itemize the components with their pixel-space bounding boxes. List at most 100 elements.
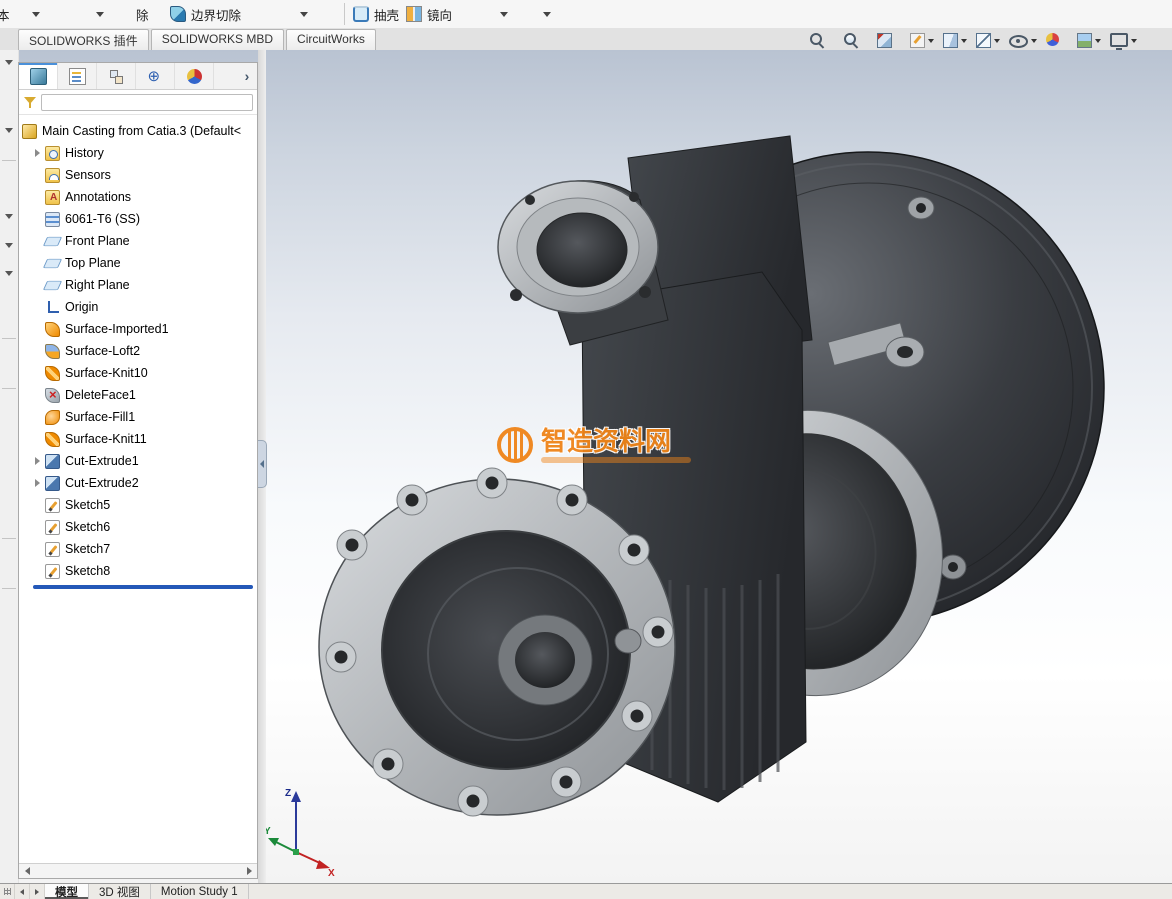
tab-configuration-manager[interactable] [97,63,136,89]
configuration-manager-icon [109,69,124,84]
dropdown-caret-icon[interactable] [543,12,551,17]
document-tab[interactable]: Motion Study 1 [151,884,249,899]
manager-tabs [19,63,257,90]
tree-item[interactable]: 6061-T6 (SS) [19,208,257,230]
view-tool-button[interactable] [976,32,1000,50]
tree-item[interactable]: Annotations [19,186,257,208]
scroll-right-button[interactable] [244,866,254,876]
feature-tree: Main Casting from Catia.3 (Default< Hist… [19,115,257,863]
toolbar-partial-mid[interactable]: 除 [136,3,152,25]
ribbon-tab[interactable]: CircuitWorks [286,29,376,50]
tree-item[interactable]: Sketch8 [19,560,257,582]
manager-tabs-overflow-button[interactable] [237,63,257,89]
pane-split-icon[interactable] [0,884,15,899]
dropdown-caret-icon[interactable] [5,128,13,133]
tree-item[interactable]: History [19,142,257,164]
panel-splitter[interactable] [258,50,266,883]
filter-funnel-icon[interactable] [23,95,37,109]
dropdown-caret-icon[interactable] [1031,39,1037,43]
view-tool-button[interactable] [1046,32,1068,50]
dropdown-caret-icon[interactable] [5,271,13,276]
command-toolbar: 本 除 边界切除 抽壳 镜向 [0,0,1172,29]
expand-arrow-icon[interactable] [35,457,45,465]
ribbon-tab[interactable]: SOLIDWORKS 插件 [18,29,149,50]
surface-fill-icon [45,410,60,425]
tree-item[interactable]: Surface-Loft2 [19,340,257,362]
dropdown-caret-icon[interactable] [96,12,104,17]
scroll-left-button[interactable] [22,866,32,876]
tab-feature-manager[interactable] [19,63,58,89]
dropdown-caret-icon[interactable] [5,243,13,248]
boundary-cut-button[interactable]: 边界切除 [170,3,241,25]
dropdown-caret-icon[interactable] [500,12,508,17]
ribbon-tab[interactable]: SOLIDWORKS MBD [151,29,284,50]
edit-appearance-icon [1046,33,1059,46]
dropdown-caret-icon[interactable] [994,39,1000,43]
mirror-label: 镜向 [427,5,452,24]
tree-item[interactable]: Front Plane [19,230,257,252]
tab-scroll-left-button[interactable] [15,884,30,899]
solidworks-window: 本 除 边界切除 抽壳 镜向 SOLIDWORKS 插件 SOLIDWORKS … [0,0,1172,899]
tree-item[interactable]: Sketch6 [19,516,257,538]
rollback-bar[interactable] [33,585,253,589]
view-tool-button[interactable] [910,32,934,50]
tree-item[interactable]: Right Plane [19,274,257,296]
tree-item[interactable]: Sketch7 [19,538,257,560]
toolbar-partial-left[interactable]: 本 [0,3,13,25]
expand-arrow-icon[interactable] [35,479,45,487]
triad-x-label: X [328,868,335,876]
tree-item[interactable]: Top Plane [19,252,257,274]
expand-arrow-icon[interactable] [35,149,45,157]
view-tool-button[interactable] [1077,32,1101,50]
view-tool-button[interactable] [943,32,967,50]
tree-root-item[interactable]: Main Casting from Catia.3 (Default< [19,120,257,142]
view-tool-button[interactable] [877,32,901,50]
apply-scene-icon [1077,33,1092,48]
dropdown-caret-icon[interactable] [1095,39,1101,43]
tree-filter-row [19,90,257,115]
property-manager-icon [69,68,86,85]
tab-display-manager[interactable] [175,63,214,89]
tree-item[interactable]: Sensors [19,164,257,186]
tree-item[interactable]: Origin [19,296,257,318]
sketch-icon [45,564,60,579]
document-tab[interactable]: 模型 [45,884,89,899]
panel-collapse-handle[interactable] [258,440,267,488]
document-tab[interactable]: 3D 视图 [89,884,151,899]
history-icon [45,146,60,161]
hide-show-icon [1009,35,1028,48]
mirror-button[interactable]: 镜向 [406,3,452,25]
dropdown-caret-icon[interactable] [1131,39,1137,43]
left-toolbar-strip [0,50,19,883]
view-tool-button[interactable] [1009,32,1037,50]
view-tool-button[interactable] [1110,32,1137,50]
tree-filter-input[interactable] [41,94,253,111]
tree-item[interactable]: Surface-Imported1 [19,318,257,340]
tree-item[interactable]: Cut-Extrude1 [19,450,257,472]
boundary-cut-label: 边界切除 [191,5,241,24]
shell-button[interactable]: 抽壳 [353,3,399,25]
dropdown-caret-icon[interactable] [961,39,967,43]
tab-dimxpert-manager[interactable] [136,63,175,89]
material-icon [45,212,60,227]
feature-manager-panel: Main Casting from Catia.3 (Default< Hist… [18,62,258,879]
tree-item[interactable]: Sketch5 [19,494,257,516]
dropdown-caret-icon[interactable] [5,214,13,219]
tree-item[interactable]: Surface-Fill1 [19,406,257,428]
dropdown-caret-icon[interactable] [300,12,308,17]
plane-icon [43,236,62,245]
dropdown-caret-icon[interactable] [32,12,40,17]
dropdown-caret-icon[interactable] [5,60,13,65]
tree-root-label: Main Casting from Catia.3 (Default< [42,124,241,138]
dropdown-caret-icon[interactable] [928,39,934,43]
tree-item[interactable]: Surface-Knit10 [19,362,257,384]
plane-icon [43,258,62,267]
tree-item[interactable]: Cut-Extrude2 [19,472,257,494]
tab-scroll-right-button[interactable] [30,884,45,899]
tree-item[interactable]: DeleteFace1 [19,384,257,406]
view-tool-button[interactable] [843,32,868,50]
tree-item[interactable]: Surface-Knit11 [19,428,257,450]
view-tool-button[interactable] [809,32,834,50]
tree-horizontal-scrollbar[interactable] [19,863,257,878]
tab-property-manager[interactable] [58,63,97,89]
